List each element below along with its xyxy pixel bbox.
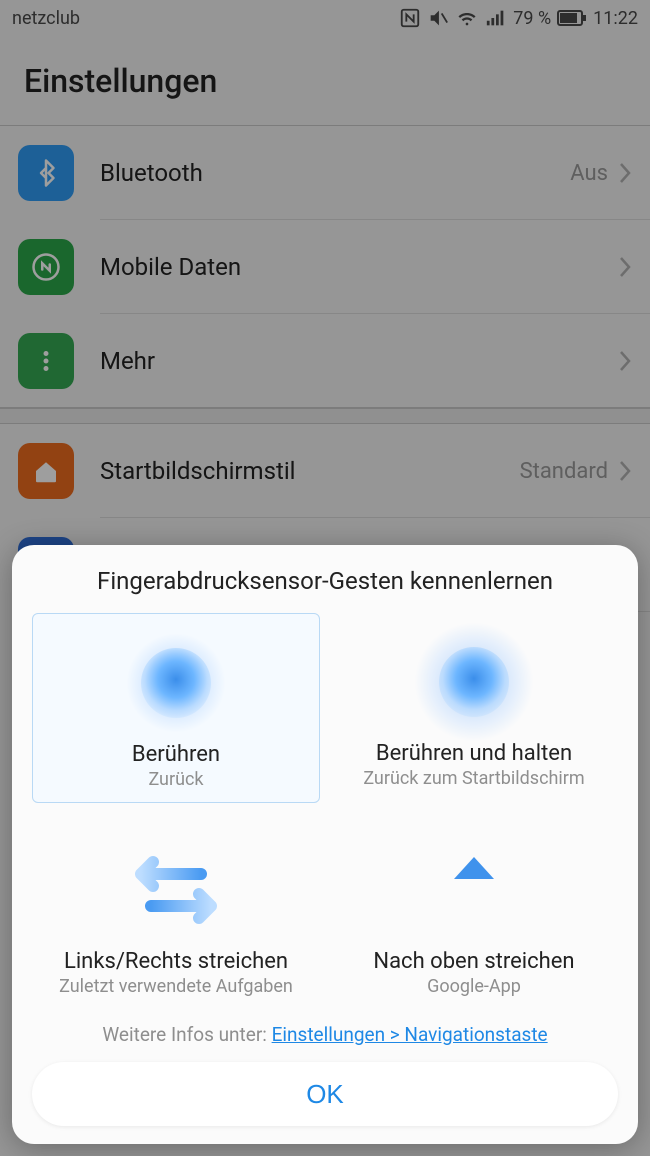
gesture-touch[interactable]: Berühren Zurück [32,613,320,803]
gesture-sub: Zurück [148,769,203,790]
gesture-swipe-up[interactable]: Nach oben streichen Google-App [330,821,618,1009]
gesture-title: Nach oben streichen [373,949,574,974]
gesture-sub: Google-App [427,976,521,997]
gesture-grid: Berühren Zurück Berühren und halten Zurü… [32,613,618,1009]
gesture-swipe-lr[interactable]: Links/Rechts streichen Zuletzt verwendet… [32,821,320,1009]
touch-visual [41,628,311,738]
more-info-link[interactable]: Einstellungen > Navigationstaste [272,1023,548,1046]
gesture-title: Links/Rechts streichen [64,949,288,974]
gesture-touch-hold[interactable]: Berühren und halten Zurück zum Startbild… [330,613,618,803]
touch-hold-dot-icon [439,647,509,717]
swipe-lr-visual [40,835,312,945]
gesture-title: Berühren und halten [376,741,572,766]
swipe-up-icon [434,845,514,935]
touch-hold-visual [338,627,610,737]
more-info-prefix: Weitere Infos unter: [102,1023,271,1046]
dialog-title: Fingerabdrucksensor-Gesten kennenlernen [32,567,618,595]
ok-button[interactable]: OK [32,1062,618,1126]
touch-dot-icon [141,648,211,718]
gesture-dialog: Fingerabdrucksensor-Gesten kennenlernen … [12,545,638,1144]
swipe-up-visual [338,835,610,945]
gesture-sub: Zuletzt verwendete Aufgaben [59,976,293,997]
gesture-sub: Zurück zum Startbildschirm [363,768,584,789]
more-info-row: Weitere Infos unter: Einstellungen > Nav… [32,1023,618,1046]
gesture-title: Berühren [132,742,220,767]
swipe-lr-icon [106,850,246,930]
